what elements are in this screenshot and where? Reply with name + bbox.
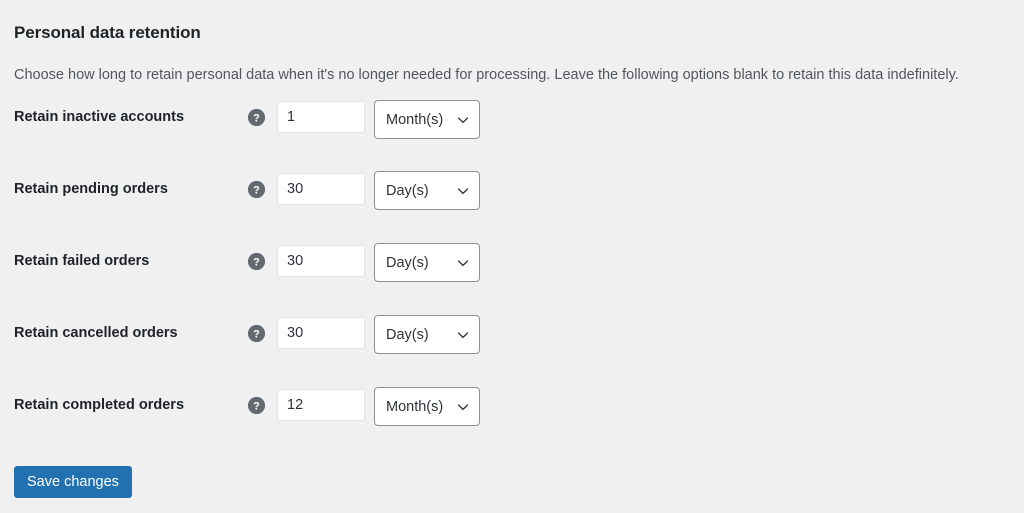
retention-unit-select[interactable]: Day(s) [374, 243, 480, 282]
chevron-down-icon [456, 400, 470, 414]
retention-row-cancelled-orders: Retain cancelled orders ? Day(s) [0, 312, 1024, 384]
retention-row-label: Retain inactive accounts [14, 109, 185, 125]
retention-row-pending-orders: Retain pending orders ? Day(s) [0, 168, 1024, 240]
help-question-mark-icon[interactable]: ? [248, 109, 265, 126]
svg-text:?: ? [253, 256, 260, 268]
retention-settings-list: Retain inactive accounts ? Month(s) Reta… [0, 96, 1024, 456]
help-question-mark-icon[interactable]: ? [248, 397, 265, 414]
retention-unit-select[interactable]: Month(s) [374, 387, 480, 426]
retention-unit-select[interactable]: Month(s) [374, 100, 480, 139]
retention-duration-input[interactable] [277, 173, 365, 205]
retention-row-failed-orders: Retain failed orders ? Day(s) [0, 240, 1024, 312]
chevron-down-icon [456, 184, 470, 198]
section-description: Choose how long to retain personal data … [14, 66, 959, 83]
svg-text:?: ? [253, 328, 260, 340]
retention-unit-select[interactable]: Day(s) [374, 315, 480, 354]
svg-text:?: ? [253, 184, 260, 196]
retention-unit-selected-value: Day(s) [386, 254, 429, 271]
page-title: Personal data retention [14, 23, 201, 43]
retention-unit-select[interactable]: Day(s) [374, 171, 480, 210]
save-changes-button[interactable]: Save changes [14, 466, 132, 498]
retention-row-inactive-accounts: Retain inactive accounts ? Month(s) [0, 96, 1024, 168]
retention-duration-input[interactable] [277, 101, 365, 133]
help-question-mark-icon[interactable]: ? [248, 181, 265, 198]
retention-row-label: Retain failed orders [14, 253, 150, 269]
chevron-down-icon [456, 328, 470, 342]
svg-text:?: ? [253, 112, 260, 124]
retention-unit-selected-value: Month(s) [386, 111, 444, 128]
help-question-mark-icon[interactable]: ? [248, 325, 265, 342]
retention-row-label: Retain cancelled orders [14, 325, 178, 341]
personal-data-retention-settings: Personal data retention Choose how long … [0, 0, 1024, 513]
retention-unit-selected-value: Day(s) [386, 326, 429, 343]
retention-row-completed-orders: Retain completed orders ? Month(s) [0, 384, 1024, 456]
svg-text:?: ? [253, 400, 260, 412]
retention-row-label: Retain completed orders [14, 397, 185, 413]
chevron-down-icon [456, 113, 470, 127]
retention-unit-selected-value: Day(s) [386, 182, 429, 199]
help-question-mark-icon[interactable]: ? [248, 253, 265, 270]
chevron-down-icon [456, 256, 470, 270]
retention-duration-input[interactable] [277, 317, 365, 349]
retention-row-label: Retain pending orders [14, 181, 168, 197]
retention-duration-input[interactable] [277, 245, 365, 277]
retention-unit-selected-value: Month(s) [386, 398, 444, 415]
retention-duration-input[interactable] [277, 389, 365, 421]
